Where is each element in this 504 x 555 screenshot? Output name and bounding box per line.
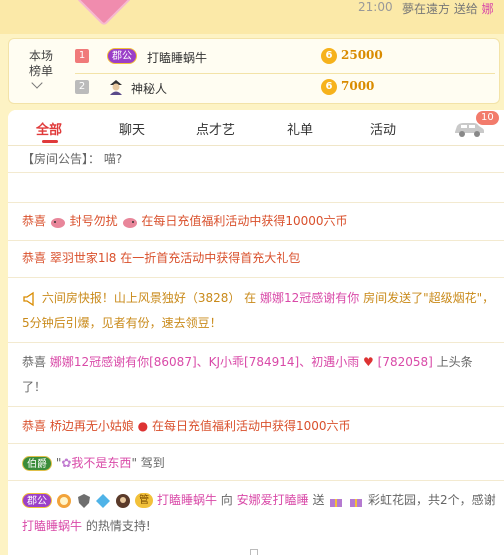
message-user[interactable]: 翠羽世家1l8 [50,251,117,265]
ranking-row[interactable]: 1 郡公 打瞌睡蜗牛 6 25000 [75,43,495,71]
balloon-icon: ● [137,419,149,433]
rank-number: 1 [75,49,89,63]
rank-user-name[interactable]: 神秘人 [131,80,167,97]
title-badge: 伯爵 [22,456,52,471]
gift-icon [350,498,363,507]
message-user[interactable]: 娜娜12冠感谢有你[86087]、KJ小乖[784914]、初遇小雨 [50,355,359,369]
top-gift-message-text: 夢在遠方 送给 [402,2,482,16]
admin-badge: 管 [135,493,154,508]
car-count-badge: 10 [476,111,499,125]
rank-title-badge: 郡公 [107,48,137,64]
pig-icon [50,217,65,228]
top-strip: 21:00 夢在遠方 送给 娜 [0,0,504,34]
divider [8,202,504,203]
announcement-label: 【房间公告】： [22,152,101,166]
announcement: 【房间公告】： 喵? [22,148,496,170]
tab-chat[interactable]: 聊天 [119,119,145,138]
message-text: 的热情支持! [82,519,151,533]
chat-message: 恭喜 桥边再无小姑娘 ● 在每日充值福利活动中获得1000六币 [22,415,496,437]
ranking-label-text: 本场 [28,49,53,63]
title-badge: 郡公 [22,493,52,508]
chat-message: 伯爵 "✿我不是东西" 驾到 [22,452,496,474]
tab-bar: 全部 聊天 点才艺 礼单 活动 10 [8,110,504,146]
message-text: 彩虹花园，共2个，感谢 [367,493,496,507]
coin-icon: 6 [321,79,337,95]
divider [8,342,504,343]
message-text: 驾到 [140,456,165,470]
message-target-user[interactable]: 安娜爱打瞌睡 [237,493,309,507]
message-text: 在一折首充活动中获得首充大礼包 [120,251,301,265]
top-gift-target: 娜 [481,2,494,16]
top-time: 21:00 [358,0,393,14]
rank-number: 2 [75,80,89,94]
rank-user-name[interactable]: 打瞌睡蜗牛 [147,49,207,66]
divider [8,443,504,444]
coin-icon: 6 [321,48,337,64]
message-prefix: 恭喜 [22,419,50,433]
top-gift-message: 夢在遠方 送给 娜 [402,0,494,17]
scroll-indicator[interactable] [250,549,258,555]
tab-gift-list[interactable]: 礼单 [287,119,313,138]
message-text: 在每日充值福利活动中获得1000六币 [151,419,351,433]
message-text: 六间房快报！山上风景独好（3828） 在 [41,291,260,305]
gift-heart-icon [75,0,133,27]
message-user[interactable]: 打瞌睡蜗牛 [157,493,217,507]
message-text: 在每日充值福利活动中获得10000六币 [141,214,348,228]
message-prefix: 恭喜 [22,355,50,369]
chat-message: 六间房快报！山上风景独好（3828） 在 娜娜12冠感谢有你 房间发送了"超级烟… [22,286,496,336]
message-user[interactable]: 桥边再无小姑娘 [50,419,134,433]
message-user[interactable]: 封号勿扰 [70,214,118,228]
message-user[interactable]: 我不是东西 [71,456,131,470]
tab-all[interactable]: 全部 [36,119,62,138]
message-prefix: 恭喜 [22,251,50,265]
divider [8,240,504,241]
chat-message: 郡公 管 打瞌睡蜗牛 向 安娜爱打瞌睡 送 彩虹花园，共2个，感谢 打瞌睡蜗牛 … [22,487,496,539]
ranking-row[interactable]: 2 神秘人 6 7000 [75,73,495,101]
rank-amount: 25000 [341,48,383,62]
megaphone-icon [23,291,34,306]
message-user[interactable]: 娜娜12冠感谢有你 [260,291,359,305]
ranking-label-text2: 榜单 [28,64,53,78]
mystery-user-icon [110,80,122,95]
divider [8,277,504,278]
gift-icon [330,498,343,507]
avatar-icon [116,493,131,508]
shield-icon [77,493,90,508]
active-tab-indicator [42,140,58,143]
tab-talent-request[interactable]: 点才艺 [196,119,235,138]
quote-mark: " [131,456,137,470]
divider [8,480,504,481]
pig-icon [122,217,137,228]
medal-icon [56,493,71,508]
announcement-text: 喵? [103,152,123,166]
ranking-card: 本场 榜单 1 郡公 打瞌睡蜗牛 6 25000 2 神秘人 6 7000 [8,38,500,104]
message-prefix: 恭喜 [22,214,50,228]
flower-icon: ✿ [61,456,72,470]
chevron-down-icon[interactable] [31,77,43,89]
heart-icon: ♥ [363,355,374,369]
rank-amount: 7000 [341,79,375,93]
chat-panel: 全部 聊天 点才艺 礼单 活动 10 【房间公告】： 喵? 恭喜 封号勿扰 在每… [8,110,504,555]
chat-message: 恭喜 娜娜12冠感谢有你[86087]、KJ小乖[784914]、初遇小雨 ♥ … [22,350,496,400]
message-user[interactable]: 打瞌睡蜗牛 [22,519,82,533]
divider [8,406,504,407]
message-text: 送 [308,493,329,507]
chat-message: 恭喜 封号勿扰 在每日充值福利活动中获得10000六币 [22,210,496,232]
divider [8,172,504,173]
message-text: 向 [216,493,237,507]
tab-events[interactable]: 活动 [370,119,396,138]
ranking-label[interactable]: 本场 榜单 [23,49,59,79]
message-user-id[interactable]: [782058] [378,355,433,369]
chat-message: 恭喜 翠羽世家1l8 在一折首充活动中获得首充大礼包 [22,247,496,269]
diamond-icon [96,493,111,508]
